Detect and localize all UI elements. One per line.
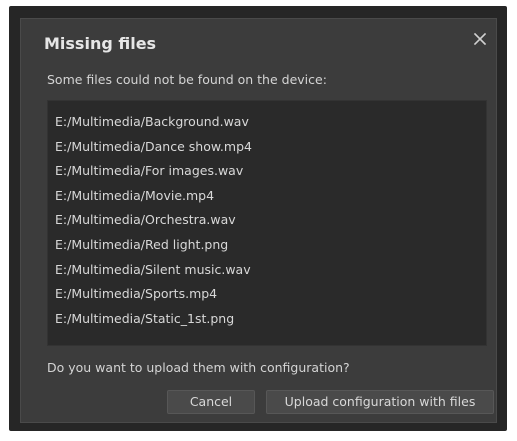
close-button[interactable] — [470, 29, 490, 49]
file-list-item[interactable]: E:/Multimedia/Dance show.mp4 — [48, 135, 486, 160]
dialog-title: Missing files — [44, 34, 157, 53]
file-list-item[interactable]: E:/Multimedia/Sports.mp4 — [48, 282, 486, 307]
file-list-item[interactable]: E:/Multimedia/For images.wav — [48, 159, 486, 184]
cancel-button[interactable]: Cancel — [167, 390, 255, 414]
file-list-item[interactable]: E:/Multimedia/Static_1st.png — [48, 307, 486, 332]
file-list-item[interactable]: E:/Multimedia/Red light.png — [48, 233, 486, 258]
close-icon — [473, 32, 487, 46]
missing-files-list[interactable]: E:/Multimedia/Background.wav E:/Multimed… — [47, 100, 487, 346]
dialog-message: Some files could not be found on the dev… — [47, 72, 327, 87]
file-list-item[interactable]: E:/Multimedia/Movie.mp4 — [48, 184, 486, 209]
file-list-item[interactable]: E:/Multimedia/Orchestra.wav — [48, 208, 486, 233]
upload-question: Do you want to upload them with configur… — [47, 360, 350, 375]
file-list-item[interactable]: E:/Multimedia/Background.wav — [48, 110, 486, 135]
file-list-item[interactable]: E:/Multimedia/Silent music.wav — [48, 258, 486, 283]
missing-files-dialog: Missing files Some files could not be fo… — [20, 18, 497, 423]
upload-configuration-button[interactable]: Upload configuration with files — [266, 390, 494, 414]
